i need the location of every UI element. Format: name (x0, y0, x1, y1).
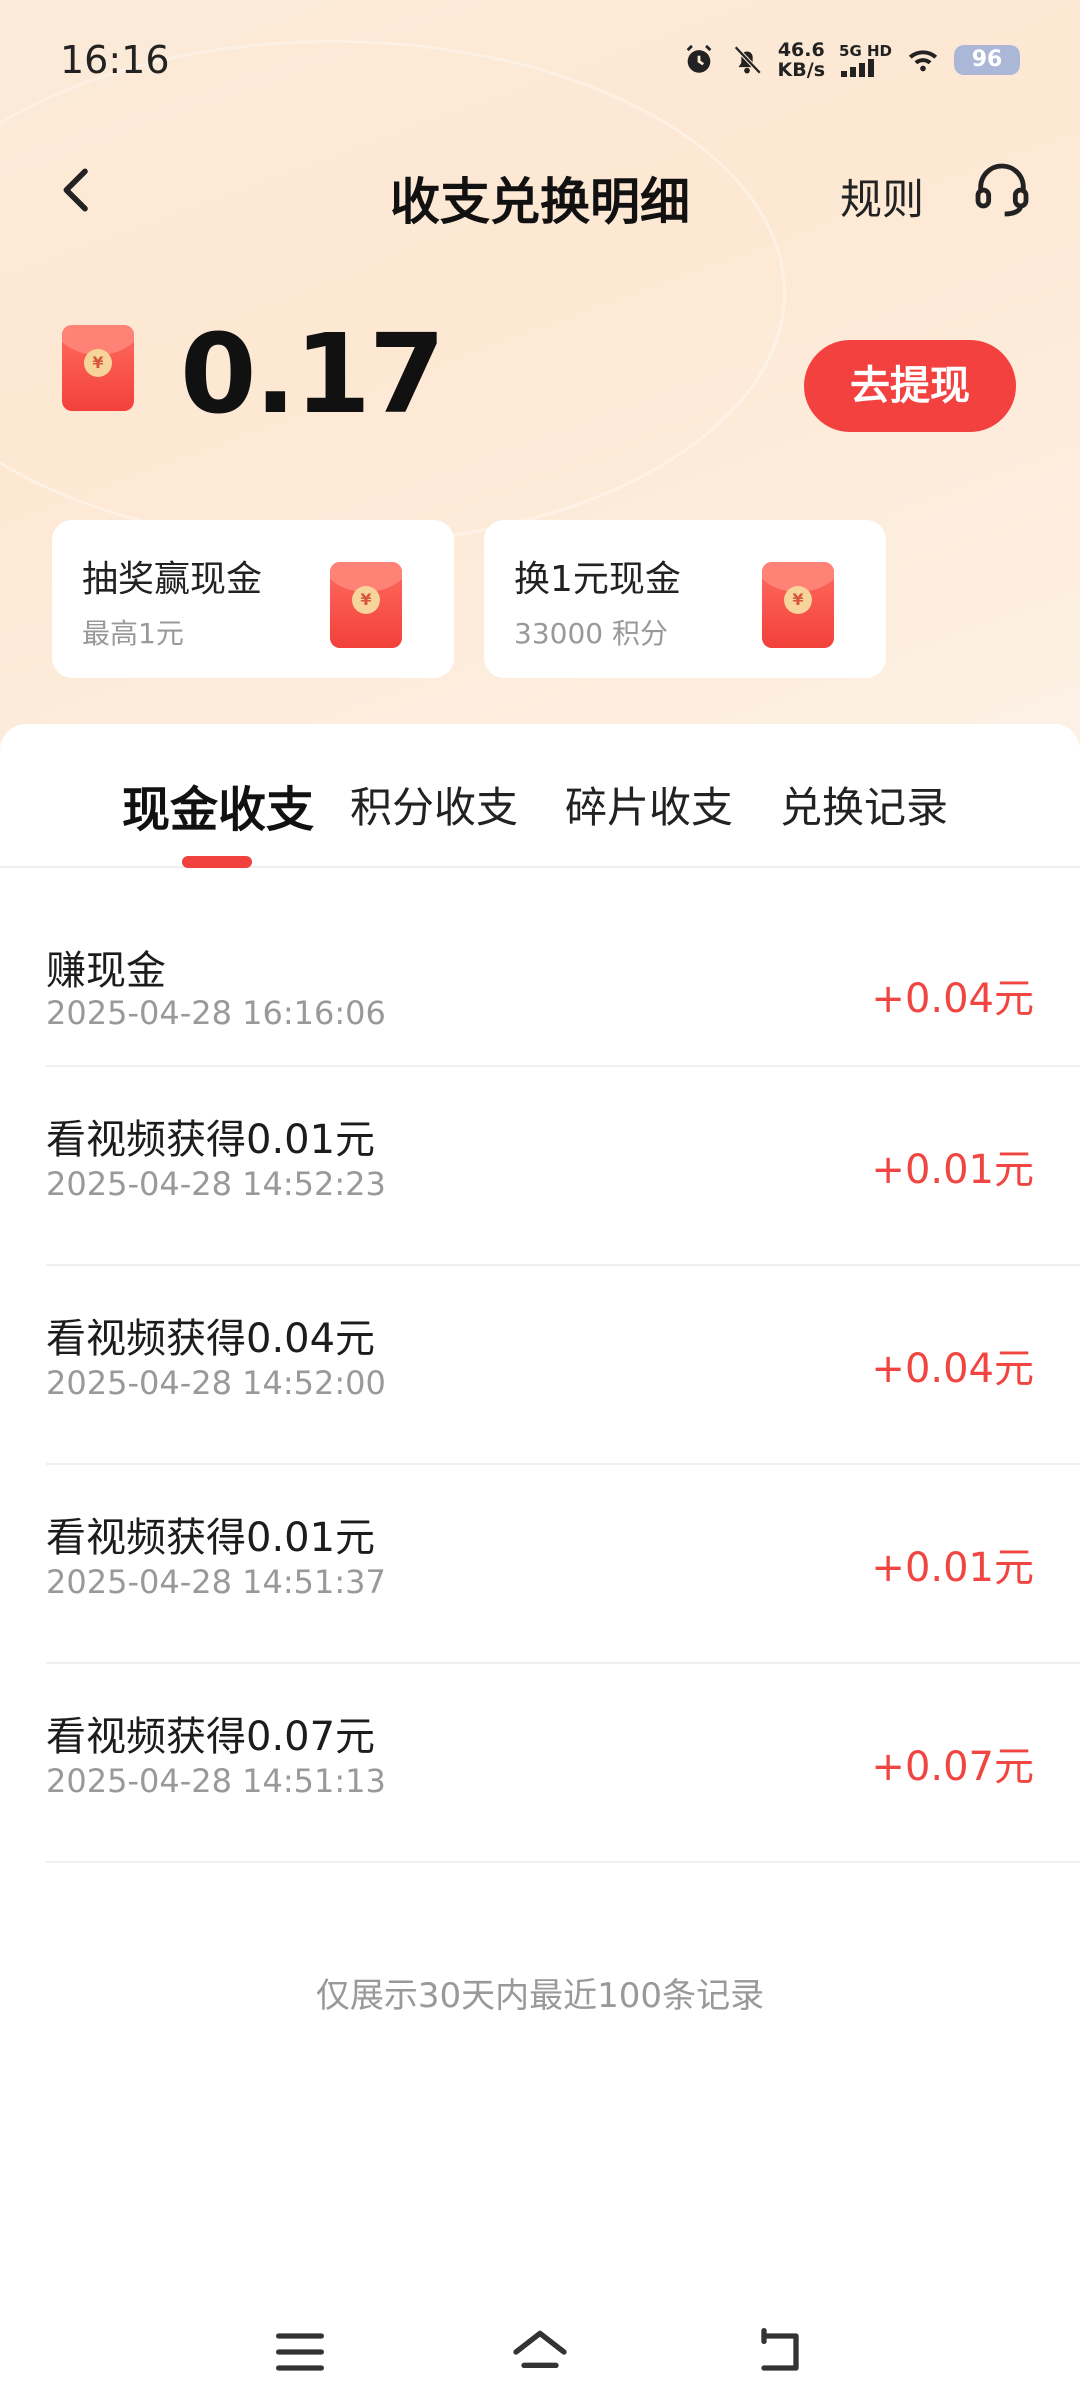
transaction-time: 2025-04-28 14:51:13 (46, 1762, 386, 1800)
transaction-row: 看视频获得0.01元 2025-04-28 14:52:23 +0.01元 (46, 1067, 1080, 1266)
status-time: 16:16 (60, 38, 170, 82)
transaction-amount: +0.04元 (871, 1346, 1034, 1392)
customer-service-icon[interactable] (970, 158, 1034, 222)
app-header: 收支兑换明细 规则 (0, 140, 1080, 240)
signal-label: 5G HD (839, 42, 892, 60)
transaction-row: 看视频获得0.04元 2025-04-28 14:52:00 +0.04元 (46, 1266, 1080, 1465)
transaction-title: 看视频获得0.01元 (46, 1515, 376, 1561)
card-title: 抽奖赢现金 (82, 559, 263, 600)
record-tabs: 现金收支 积分收支 碎片收支 兑换记录 (0, 724, 1080, 868)
signal-bars-icon (841, 59, 875, 77)
rules-link[interactable]: 规则 (840, 166, 924, 227)
transaction-time: 2025-04-28 14:52:23 (46, 1165, 386, 1203)
records-panel: 现金收支 积分收支 碎片收支 兑换记录 赚现金 2025-04-28 16:16… (0, 724, 1080, 2408)
tab-exchange-records[interactable]: 兑换记录 (780, 774, 948, 835)
tab-points[interactable]: 积分收支 (350, 774, 518, 835)
transaction-title: 赚现金 (46, 948, 166, 994)
red-envelope-icon: ¥ (762, 562, 834, 648)
alarm-icon (686, 44, 711, 73)
battery-indicator: 96 (954, 45, 1020, 75)
red-envelope-icon: ¥ (62, 325, 134, 411)
mute-bell-icon (733, 45, 761, 75)
menu-icon[interactable] (268, 2320, 332, 2384)
transaction-row: 赚现金 2025-04-28 16:16:06 +0.04元 (46, 868, 1080, 1067)
back-nav-icon[interactable] (748, 2320, 812, 2384)
transaction-time: 2025-04-28 14:51:37 (46, 1563, 386, 1601)
signal-indicator: 5G HD (839, 43, 892, 77)
lottery-cash-card[interactable]: 抽奖赢现金 最高1元 ¥ (52, 520, 454, 678)
transaction-row: 看视频获得0.07元 2025-04-28 14:51:13 +0.07元 (46, 1664, 1080, 1863)
home-icon[interactable] (508, 2320, 572, 2384)
exchange-cash-card[interactable]: 换1元现金 33000 积分 ¥ (484, 520, 886, 678)
transaction-title: 看视频获得0.01元 (46, 1117, 376, 1163)
transaction-amount: +0.07元 (871, 1744, 1034, 1790)
transaction-amount: +0.01元 (871, 1147, 1034, 1193)
transaction-amount: +0.04元 (871, 976, 1034, 1022)
transaction-amount: +0.01元 (871, 1545, 1034, 1591)
transaction-time: 2025-04-28 16:16:06 (46, 994, 386, 1032)
network-speed: 46.6 KB/s (777, 39, 826, 81)
red-envelope-icon: ¥ (330, 562, 402, 648)
transaction-row: 看视频获得0.01元 2025-04-28 14:51:37 +0.01元 (46, 1465, 1080, 1664)
card-subtitle: 最高1元 (82, 617, 184, 650)
withdraw-button[interactable]: 去提现 (804, 340, 1016, 432)
transaction-title: 看视频获得0.04元 (46, 1316, 376, 1362)
card-subtitle: 33000 积分 (514, 617, 668, 650)
transaction-title: 看视频获得0.07元 (46, 1714, 376, 1760)
status-icons: 46.6 KB/s 5G HD 96 (682, 40, 1020, 80)
tab-fragments[interactable]: 碎片收支 (565, 774, 733, 835)
status-bar: 16:16 46.6 KB/s 5G HD 96 (0, 0, 1080, 120)
wifi-icon (908, 50, 938, 72)
records-footer-note: 仅展示30天内最近100条记录 (315, 1976, 765, 2016)
transaction-time: 2025-04-28 14:52:00 (46, 1364, 386, 1402)
system-navigation-bar (0, 2300, 1080, 2408)
transaction-list: 赚现金 2025-04-28 16:16:06 +0.04元 看视频获得0.01… (0, 868, 1080, 1863)
tab-cash[interactable]: 现金收支 (122, 770, 314, 840)
balance-section: ¥ 0.17 去提现 (0, 310, 1080, 440)
active-tab-indicator (182, 856, 252, 868)
card-title: 换1元现金 (514, 559, 681, 600)
balance-value: 0.17 (180, 310, 445, 438)
